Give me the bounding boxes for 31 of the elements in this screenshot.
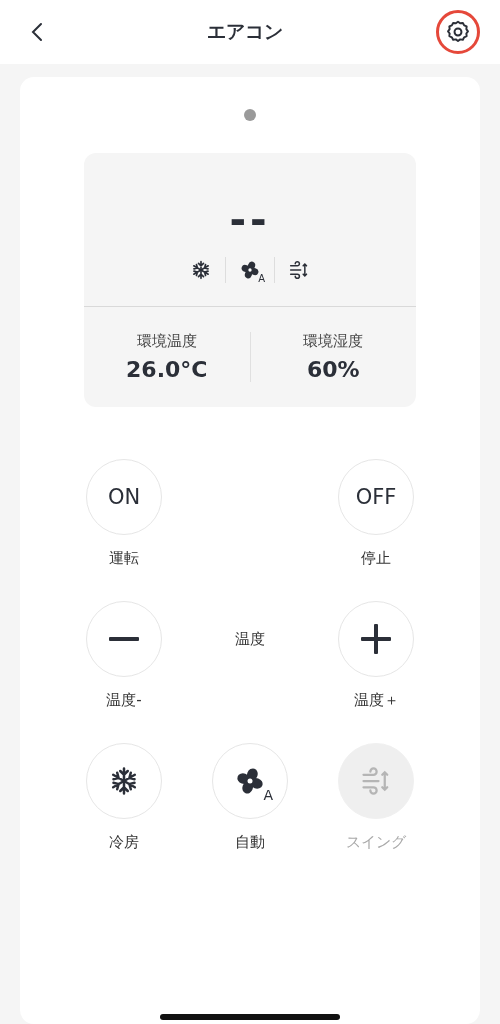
temperature-caption: 温度: [234, 628, 266, 650]
snowflake-icon: [109, 766, 139, 796]
page-title: エアコン: [207, 19, 283, 44]
button-label: 自動: [235, 833, 265, 852]
button-label: 冷房: [109, 833, 139, 852]
button-label: 温度＋: [353, 691, 399, 710]
button-label: 温度-: [106, 691, 142, 710]
back-icon: [31, 22, 43, 42]
swing-icon: [289, 260, 309, 280]
plus-icon: [361, 624, 391, 654]
remote-button[interactable]: A: [212, 743, 288, 819]
button-label: 停止: [361, 549, 391, 568]
fan-icon: [240, 260, 260, 280]
reading-value: 60%: [306, 357, 360, 382]
button-label: 運転: [109, 549, 139, 568]
settings-button[interactable]: [436, 10, 480, 54]
page-indicator-dot: [244, 109, 256, 121]
reading-label: 環境温度: [136, 332, 197, 351]
auto-letter: A: [258, 274, 265, 284]
auto-letter: A: [263, 788, 273, 802]
snowflake-icon: [191, 260, 211, 280]
button-label: スイング: [346, 833, 406, 852]
minus-icon: [109, 637, 139, 641]
reading-label: 環境湿度: [303, 332, 364, 351]
reading-value: 26.0°C: [126, 357, 208, 382]
settings-icon: [445, 19, 471, 45]
swing-icon: [361, 766, 391, 796]
fan-icon: [235, 766, 265, 796]
remote-button[interactable]: ON: [86, 459, 162, 535]
temperature-display: --: [228, 196, 272, 245]
remote-button[interactable]: OFF: [338, 459, 414, 535]
